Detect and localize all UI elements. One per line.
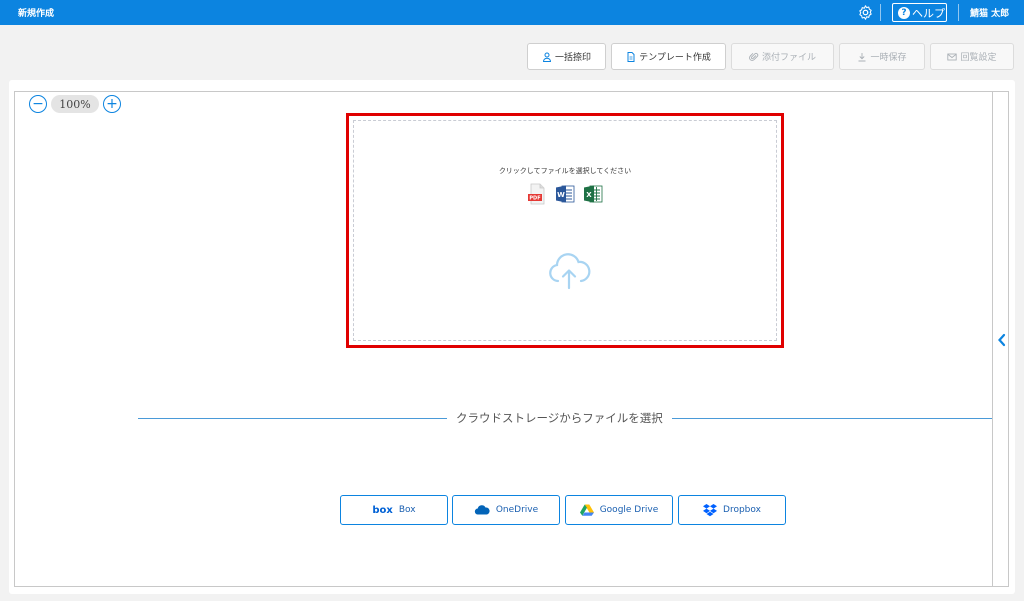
thumbnail-sidebar — [14, 91, 138, 587]
right-panel-toggle[interactable] — [992, 91, 1009, 587]
box-icon: box — [372, 504, 393, 516]
user-icon — [542, 52, 551, 62]
paperclip-icon — [749, 52, 759, 61]
page-title: 新規作成 — [18, 9, 55, 19]
bulk-stamp-label: 一括捺印 — [554, 53, 591, 63]
onedrive-button[interactable]: OneDrive — [452, 495, 560, 525]
app-header: 新規作成 ? ヘルプ 鯖猫 太郎 — [0, 0, 1024, 25]
onedrive-label: OneDrive — [495, 505, 539, 515]
word-icon: W — [556, 185, 575, 203]
circulation-settings-button[interactable]: 回覧設定 — [930, 43, 1014, 70]
onedrive-icon — [474, 505, 490, 515]
dropbox-icon — [703, 503, 718, 517]
temp-save-label: 一時保存 — [870, 53, 907, 63]
file-drop-zone[interactable]: クリックしてファイルを選択してください PDF W X — [353, 120, 777, 341]
file-drop-highlight: クリックしてファイルを選択してください PDF W X — [346, 113, 784, 348]
box-label: Box — [398, 505, 416, 515]
gear-icon[interactable] — [857, 4, 874, 21]
question-icon: ? — [898, 6, 910, 19]
box-button[interactable]: box Box — [340, 495, 448, 525]
supported-file-types: PDF W X — [354, 183, 776, 205]
svg-text:PDF: PDF — [529, 196, 540, 202]
template-create-label: テンプレート作成 — [639, 53, 711, 63]
zoom-level: 100% — [51, 95, 99, 113]
dropbox-button[interactable]: Dropbox — [678, 495, 786, 525]
cloud-storage-heading: クラウドストレージからファイルを選択 — [447, 410, 672, 426]
zoom-control: − 100% + — [29, 95, 121, 113]
temp-save-button[interactable]: 一時保存 — [839, 43, 925, 70]
upload-prompt: クリックしてファイルを選択してください — [498, 167, 632, 175]
zoom-out-button[interactable]: − — [29, 95, 47, 113]
help-label: ヘルプ — [912, 6, 945, 20]
header-divider — [880, 4, 881, 21]
excel-icon: X — [584, 185, 603, 203]
google-drive-icon — [579, 504, 594, 516]
circulation-settings-label: 回覧設定 — [960, 53, 997, 63]
attach-file-button[interactable]: 添付ファイル — [731, 43, 834, 70]
cloud-upload-icon — [549, 253, 591, 290]
pdf-icon: PDF — [528, 183, 545, 205]
user-name[interactable]: 鯖猫 太郎 — [970, 6, 1009, 19]
chevron-left-icon — [998, 333, 1006, 347]
mail-icon — [947, 53, 958, 60]
dropbox-label: Dropbox — [723, 505, 761, 515]
google-drive-label: Google Drive — [599, 505, 659, 515]
header-divider — [958, 4, 959, 21]
zoom-in-button[interactable]: + — [103, 95, 121, 113]
document-icon — [627, 51, 635, 62]
google-drive-button[interactable]: Google Drive — [565, 495, 673, 525]
svg-text:W: W — [557, 191, 565, 199]
help-button[interactable]: ? ヘルプ — [892, 3, 947, 22]
svg-text:X: X — [586, 191, 592, 199]
bulk-stamp-button[interactable]: 一括捺印 — [527, 43, 606, 70]
attach-file-label: 添付ファイル — [761, 53, 816, 63]
template-create-button[interactable]: テンプレート作成 — [611, 43, 726, 70]
download-icon — [858, 52, 866, 61]
